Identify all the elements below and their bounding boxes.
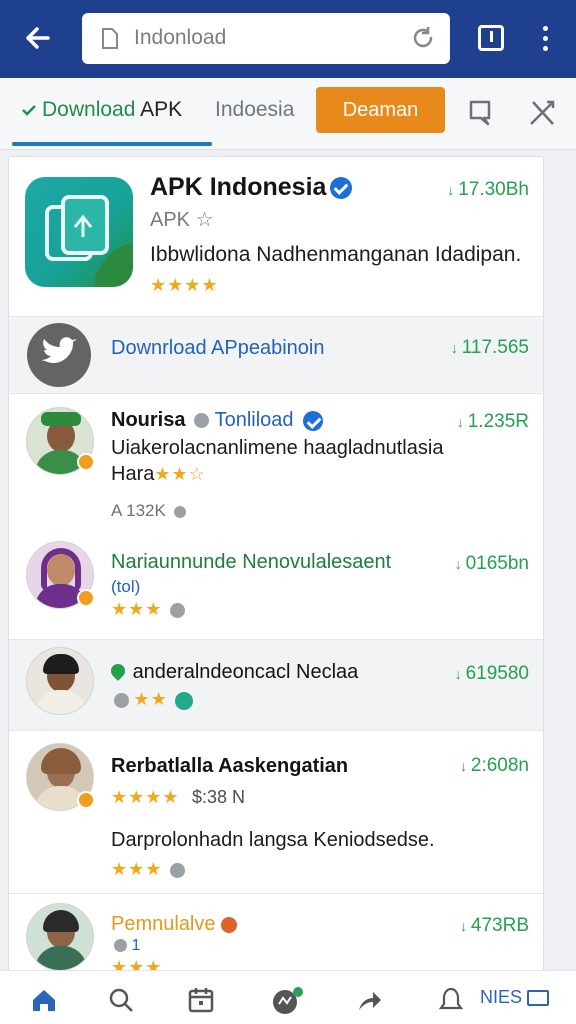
bird-logo-icon bbox=[27, 323, 91, 387]
tools-icon[interactable] bbox=[527, 98, 557, 128]
active-tab-indicator bbox=[12, 142, 212, 146]
result-download-count: 2:608n bbox=[460, 755, 529, 777]
tabs-count-button[interactable] bbox=[478, 25, 504, 51]
search-icon[interactable] bbox=[466, 98, 496, 128]
result-rating-stars: ★★★ bbox=[111, 599, 163, 619]
tab-download-label: Download bbox=[42, 98, 136, 121]
result-name: Nourisa bbox=[111, 409, 186, 431]
info-icon bbox=[194, 413, 210, 429]
result-meta: A 132K bbox=[111, 501, 186, 521]
download-row-count: 117.565 bbox=[451, 337, 529, 359]
featured-download-count: 17.30Bh bbox=[447, 179, 529, 201]
result-price: $:38 N bbox=[192, 787, 246, 807]
flame-icon bbox=[221, 916, 238, 933]
avatar-badge-icon bbox=[77, 589, 95, 607]
result-name: anderalndeoncacl Neclaa bbox=[132, 661, 359, 683]
result-description: Darprolonhadn langsa Keniodsedse. bbox=[111, 829, 435, 851]
avatar-badge-icon bbox=[77, 453, 95, 471]
overflow-menu-icon[interactable] bbox=[538, 24, 554, 54]
back-arrow-icon[interactable] bbox=[20, 20, 56, 56]
result-description: Uiakerolacnanlimene haagladnutlasia bbox=[111, 437, 444, 459]
app-rating-stars: ★★★★ bbox=[150, 275, 219, 295]
result-rating: ★★ bbox=[111, 689, 194, 710]
check-badge-icon bbox=[175, 691, 194, 710]
location-pin-icon bbox=[108, 661, 128, 681]
result-rating-2: ★★★ bbox=[111, 859, 185, 880]
result-rating: ★★★★ $:38 N bbox=[111, 787, 245, 808]
address-bar[interactable]: Indonload bbox=[82, 13, 450, 64]
orange-action-button[interactable]: Deaman bbox=[316, 87, 445, 133]
activity-icon[interactable] bbox=[272, 986, 303, 1014]
bell-icon[interactable] bbox=[437, 986, 465, 1014]
filter-bar: Download APK Indoesia Deaman bbox=[0, 78, 576, 150]
clock-icon bbox=[173, 505, 186, 518]
window-icon bbox=[527, 990, 550, 1007]
result-subline: Hara bbox=[111, 463, 155, 485]
result-subline: (tol) bbox=[111, 577, 141, 596]
result-rating-stars: ★★☆ bbox=[154, 464, 206, 484]
reload-icon[interactable] bbox=[410, 25, 436, 56]
tab-apk-label: APK bbox=[140, 98, 183, 121]
result-download-count: 619580 bbox=[455, 663, 529, 685]
result-title: anderalndeoncacl Neclaa bbox=[108, 661, 359, 684]
app-title: APK Indonesia bbox=[150, 173, 353, 202]
result-rating: ★★★ bbox=[111, 599, 185, 620]
result-meta-text: A 132K bbox=[111, 501, 166, 520]
result-sub-text: 1 bbox=[131, 937, 141, 954]
nav-label-text: NIES bbox=[480, 987, 523, 1007]
result-download-count: 1.235R bbox=[457, 411, 529, 433]
page-icon bbox=[100, 28, 120, 55]
result-download-count: 0165bn bbox=[455, 553, 529, 575]
result-rating-stars: ★★ bbox=[133, 689, 168, 709]
group-icon bbox=[114, 939, 127, 953]
group-icon bbox=[114, 693, 129, 709]
result-title: Nourisa Tonliload bbox=[111, 409, 324, 432]
app-description: Ibbwlidona Nadhenmanganan Idadipan. bbox=[150, 243, 522, 266]
result-title: Pemnulalve bbox=[111, 913, 238, 936]
app-name: APK Indonesia bbox=[150, 173, 327, 201]
app-logo-icon bbox=[25, 177, 133, 287]
app-tag: APK ☆ bbox=[150, 209, 214, 231]
nav-label[interactable]: NIES bbox=[480, 987, 550, 1008]
bottom-nav: NIES bbox=[0, 970, 576, 1024]
result-title: Rerbatlalla Aaskengatian bbox=[111, 755, 349, 777]
result-download-count: 473RB bbox=[460, 915, 529, 937]
share-icon[interactable] bbox=[355, 986, 383, 1014]
avatar bbox=[26, 903, 94, 971]
info-icon bbox=[169, 863, 185, 879]
result-rating-stars: ★★★★ bbox=[111, 787, 180, 807]
verified-badge-icon bbox=[303, 410, 324, 431]
url-text: Indonload bbox=[134, 26, 227, 49]
browser-toolbar: Indonload bbox=[0, 0, 576, 78]
result-link[interactable]: Tonliload bbox=[215, 409, 294, 431]
avatar bbox=[26, 647, 94, 715]
result-description-2: Hara★★☆ bbox=[111, 463, 206, 486]
results-card: APK Indonesia 17.30Bh APK ☆ Ibbwlidona N… bbox=[8, 156, 544, 972]
result-rating-stars: ★★★ bbox=[111, 859, 163, 879]
download-row-label: Downrload APpeabinoin bbox=[111, 337, 325, 359]
calendar-icon[interactable] bbox=[187, 986, 215, 1014]
home-icon[interactable] bbox=[30, 986, 58, 1014]
result-name: Pemnulalve bbox=[111, 913, 216, 935]
tab-indonesia[interactable]: Indoesia bbox=[215, 98, 294, 122]
avatar-badge-icon bbox=[77, 791, 95, 809]
search-icon[interactable] bbox=[107, 986, 135, 1014]
result-subline: 1 bbox=[111, 937, 140, 955]
result-title: Nariaunnunde Nenovulalesaent bbox=[111, 551, 392, 573]
tab-download-apk[interactable]: Download APK bbox=[22, 98, 182, 122]
info-icon bbox=[169, 603, 185, 619]
verified-badge-icon bbox=[330, 177, 353, 200]
